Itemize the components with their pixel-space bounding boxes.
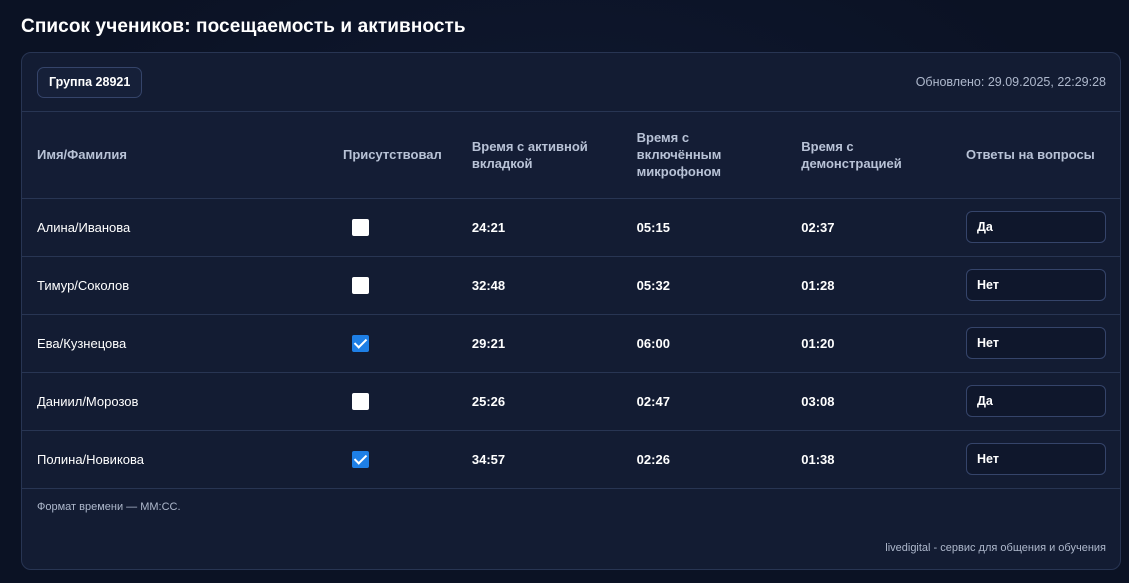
present-cell <box>328 198 457 256</box>
active-tab-time: 29:21 <box>471 335 506 351</box>
table-row: Полина/Новикова 34:57 02:26 01:38 Нет <box>22 430 1120 488</box>
mic-time: 06:00 <box>636 335 670 351</box>
answers-cell: Да <box>951 198 1120 256</box>
demo-time: 02:37 <box>801 219 835 235</box>
active-tab-time: 32:48 <box>471 277 506 293</box>
answers-field[interactable]: Нет <box>966 327 1106 359</box>
demo-time: 01:38 <box>801 451 835 467</box>
answers-field[interactable]: Нет <box>966 269 1106 301</box>
column-header-answers: Ответы на вопросы <box>951 112 1120 199</box>
students-table: Имя/Фамилия Присутствовал Время с активн… <box>22 112 1120 489</box>
mic-time: 02:47 <box>636 393 670 409</box>
present-cell <box>328 372 457 430</box>
table-row: Даниил/Морозов 25:26 02:47 03:08 Да <box>22 372 1120 430</box>
page-title: Список учеников: посещаемость и активнос… <box>21 16 466 37</box>
student-name: Ева/Кузнецова <box>37 335 127 351</box>
column-header-name: Имя/Фамилия <box>22 112 328 199</box>
active-tab-time: 25:26 <box>471 393 506 409</box>
answers-field[interactable]: Да <box>966 211 1106 243</box>
mic-time: 02:26 <box>636 451 670 467</box>
page: Список учеников: посещаемость и активнос… <box>0 0 1129 583</box>
present-checkbox[interactable] <box>352 334 369 352</box>
present-cell <box>328 314 457 372</box>
present-checkbox[interactable] <box>352 218 369 236</box>
answers-cell: Нет <box>951 256 1120 314</box>
student-name: Тимур/Соколов <box>37 277 130 293</box>
demo-time: 01:20 <box>801 335 835 351</box>
attendance-card: Группа 28921 Обновлено: 29.09.2025, 22:2… <box>21 52 1121 570</box>
answers-field[interactable]: Да <box>966 385 1106 417</box>
column-header-active-tab: Время с активной вкладкой <box>456 112 622 199</box>
student-name: Полина/Новикова <box>37 451 144 467</box>
answers-cell: Да <box>951 372 1120 430</box>
group-badge[interactable]: Группа 28921 <box>37 67 143 98</box>
table-row: Ева/Кузнецова 29:21 06:00 01:20 Нет <box>22 314 1120 372</box>
present-checkbox[interactable] <box>352 392 369 410</box>
column-header-mic: Время с включённым микрофоном <box>621 112 787 199</box>
mic-time: 05:32 <box>636 277 670 293</box>
answers-cell: Нет <box>951 430 1120 488</box>
answers-cell: Нет <box>951 314 1120 372</box>
column-header-present: Присутствовал <box>328 112 457 199</box>
card-header: Группа 28921 Обновлено: 29.09.2025, 22:2… <box>22 53 1120 112</box>
present-checkbox[interactable] <box>352 450 369 468</box>
brand-text: livedigital - сервис для общения и обуче… <box>885 542 1106 554</box>
time-format-note: Формат времени — ММ:СС. <box>37 501 181 513</box>
student-name: Даниил/Морозов <box>37 393 139 409</box>
answers-field[interactable]: Нет <box>966 443 1106 475</box>
table-row: Тимур/Соколов 32:48 05:32 01:28 Нет <box>22 256 1120 314</box>
active-tab-time: 24:21 <box>471 219 506 235</box>
present-cell <box>328 430 457 488</box>
mic-time: 05:15 <box>636 219 670 235</box>
present-checkbox[interactable] <box>352 276 369 294</box>
table-row: Алина/Иванова 24:21 05:15 02:37 Да <box>22 198 1120 256</box>
column-header-demo: Время с демонстрацией <box>786 112 951 199</box>
present-cell <box>328 256 457 314</box>
updated-timestamp: Обновлено: 29.09.2025, 22:29:28 <box>915 75 1106 89</box>
demo-time: 01:28 <box>801 277 835 293</box>
active-tab-time: 34:57 <box>471 451 506 467</box>
table-header-row: Имя/Фамилия Присутствовал Время с активн… <box>22 112 1120 199</box>
demo-time: 03:08 <box>801 393 835 409</box>
student-name: Алина/Иванова <box>37 219 131 235</box>
